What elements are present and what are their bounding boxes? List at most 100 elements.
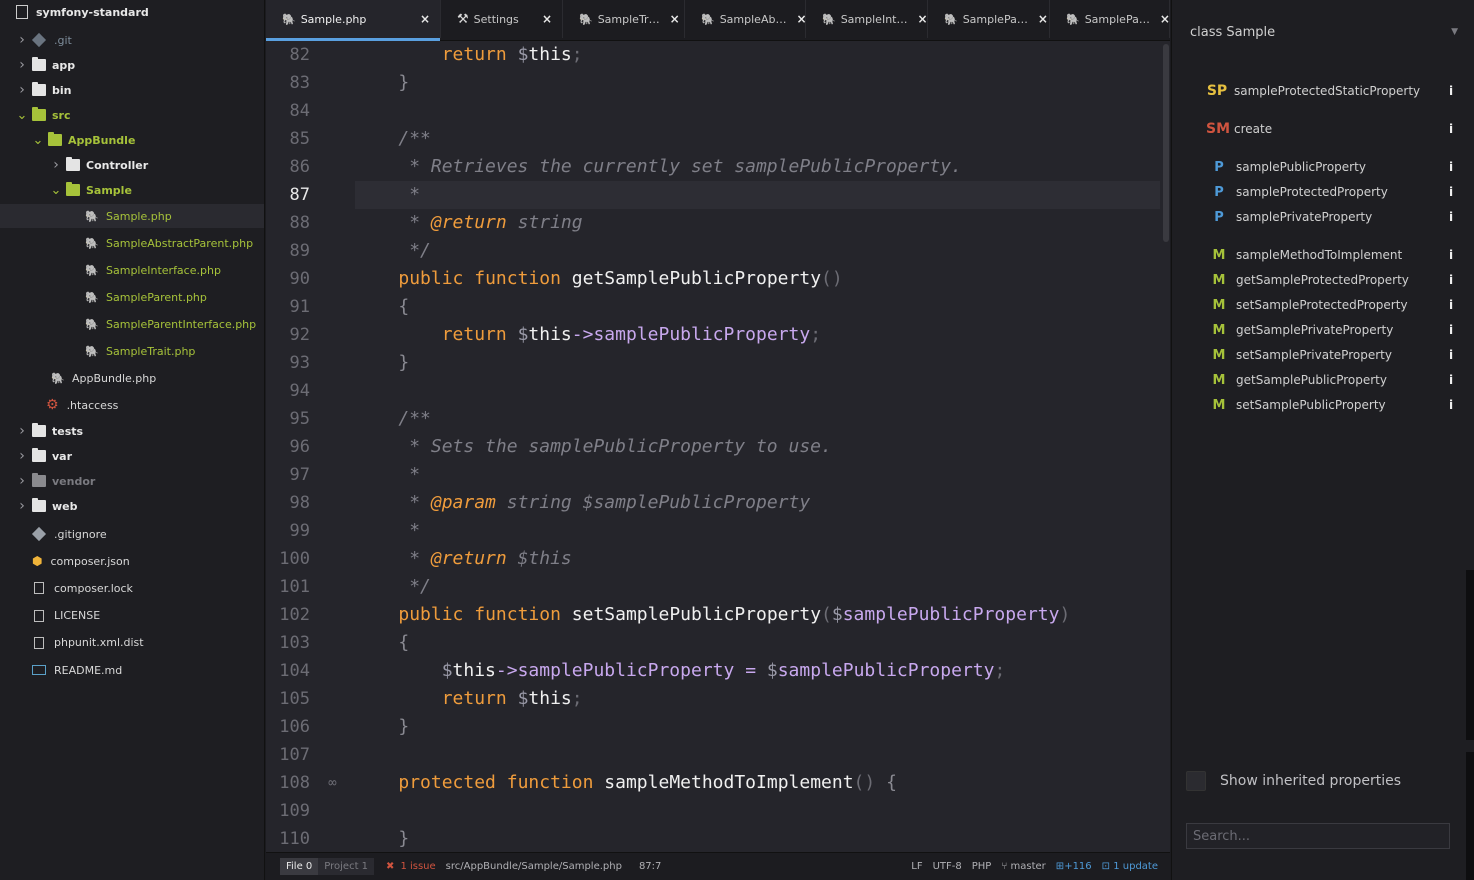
code-line[interactable]: 99 * [266,517,1160,545]
outline-member[interactable]: MsetSampleProtectedProperty i [1208,294,1456,316]
editor-tab[interactable]: ⚒ Settings × [441,0,563,38]
outline-member[interactable]: MsampleMethodToImplement i [1208,244,1456,266]
file-path[interactable]: src/AppBundle/Sample/Sample.php [446,861,622,872]
tree-item[interactable]: 🐘 SampleInterface.php [0,258,264,282]
outline-member[interactable]: PsampleProtectedProperty i [1208,181,1456,203]
info-icon[interactable]: i [1446,185,1456,199]
code-line[interactable]: 89 */ [266,237,1160,265]
info-icon[interactable]: i [1446,298,1456,312]
git-diff-stat[interactable]: ⊞+116 [1056,861,1092,872]
info-icon[interactable]: i [1446,373,1456,387]
code-line[interactable]: 101 */ [266,573,1160,601]
code-line[interactable]: 105 return $this; [266,685,1160,713]
outline-member[interactable]: MgetSampleProtectedProperty i [1208,269,1456,291]
editor-tab[interactable]: 🐘 SamplePa… × [1050,0,1170,38]
code-editor[interactable]: 82 return $this; 83 } 84 85 /** 86 * Retriev… [266,41,1170,852]
editor-tab[interactable]: 🐘 SampleTr… × [563,0,685,38]
project-root[interactable]: symfony-standard [0,0,264,24]
chevron-right-icon[interactable]: › [16,57,28,73]
tree-item[interactable]: › .git [0,28,264,52]
code-line[interactable]: 97 * [266,461,1160,489]
tree-item[interactable]: 🐘 Sample.php [0,204,264,228]
editor-tab[interactable]: 🐘 SamplePa… × [928,0,1050,38]
editor-tab[interactable]: 🐘 SampleAb… × [685,0,807,38]
outline-member[interactable]: SM create i [1206,118,1456,140]
tree-item[interactable]: composer.lock [0,576,264,600]
editor-scrollbar[interactable] [1163,44,1169,242]
project-issues-button[interactable]: Project 1 [318,858,375,875]
encoding[interactable]: UTF-8 [933,861,962,872]
tree-item[interactable]: › app [0,53,264,77]
close-icon[interactable]: × [670,12,680,26]
code-line[interactable]: 84 [266,97,1160,125]
chevron-right-icon[interactable]: › [16,448,28,464]
tree-item[interactable]: 🐘 SampleTrait.php [0,339,264,363]
info-icon[interactable]: i [1446,398,1456,412]
git-branch[interactable]: ⑂ master [1001,861,1045,872]
code-line[interactable]: 91 { [266,293,1160,321]
issue-count[interactable]: 1 issue [400,861,435,872]
info-icon[interactable]: i [1446,122,1456,136]
code-line[interactable]: 100 * @return $this [266,545,1160,573]
tree-item[interactable]: 🐘 SampleAbstractParent.php [0,231,264,255]
code-line[interactable]: 90 public function getSamplePublicProper… [266,265,1160,293]
close-icon[interactable]: × [917,12,927,26]
outline-member[interactable]: MgetSamplePrivateProperty i [1208,319,1456,341]
outline-member[interactable]: MgetSamplePublicProperty i [1208,369,1456,391]
chevron-down-icon[interactable]: ⌄ [50,183,62,198]
outline-search-input[interactable] [1186,823,1450,849]
code-line[interactable]: 88 * @return string [266,209,1160,237]
chevron-right-icon[interactable]: › [16,423,28,439]
close-icon[interactable]: × [1160,12,1170,26]
code-line[interactable]: 104 $this->samplePublicProperty = $sampl… [266,657,1160,685]
chevron-right-icon[interactable]: › [16,498,28,514]
code-line[interactable]: 103 { [266,629,1160,657]
info-icon[interactable]: i [1446,323,1456,337]
info-icon[interactable]: i [1446,348,1456,362]
tree-item[interactable]: › tests [0,419,264,443]
chevron-down-icon[interactable]: ⌄ [16,108,28,123]
chevron-right-icon[interactable]: › [16,82,28,98]
tree-item[interactable]: 🐘 SampleParent.php [0,285,264,309]
tree-item[interactable]: ⬢ composer.json [0,549,264,573]
code-line[interactable]: 93 } [266,349,1160,377]
cursor-position[interactable]: 87:7 [639,861,661,872]
show-inherited-toggle[interactable]: Show inherited properties [1186,769,1401,793]
chevron-right-icon[interactable]: › [50,157,62,173]
code-line[interactable]: 110 } [266,825,1160,852]
editor-tab[interactable]: 🐘 SampleInt… × [806,0,928,38]
class-selector[interactable]: class Sample ▼ [1190,20,1458,44]
info-icon[interactable]: i [1446,210,1456,224]
code-line[interactable]: 85 /** [266,125,1160,153]
code-line[interactable]: 82 return $this; [266,41,1160,69]
code-line[interactable]: 102 public function setSamplePublicPrope… [266,601,1160,629]
code-line[interactable]: 94 [266,377,1160,405]
code-line[interactable]: 86 * Retrieves the currently set sampleP… [266,153,1160,181]
tree-item[interactable]: .gitignore [0,522,264,546]
code-line[interactable]: 109 [266,797,1160,825]
info-icon[interactable]: i [1446,160,1456,174]
info-icon[interactable]: i [1446,248,1456,262]
close-icon[interactable]: × [420,12,430,26]
tree-item[interactable]: › Controller [0,153,264,177]
tree-item[interactable]: 🐘 SampleParentInterface.php [0,312,264,336]
code-line[interactable]: 92 return $this->samplePublicProperty; [266,321,1160,349]
tree-item[interactable]: README.md [0,658,264,682]
tree-item[interactable]: › var [0,444,264,468]
chevron-right-icon[interactable]: › [16,473,28,489]
editor-tab[interactable]: 🐘 Sample.php × [266,0,441,41]
inherited-checkbox[interactable] [1186,771,1206,791]
outline-member[interactable]: PsamplePrivateProperty i [1208,206,1456,228]
tree-item[interactable]: phpunit.xml.dist [0,631,264,655]
line-ending[interactable]: LF [911,861,922,872]
chevron-down-icon[interactable]: ⌄ [32,133,44,148]
outline-member[interactable]: PsamplePublicProperty i [1208,156,1456,178]
file-issues-button[interactable]: File 0 [280,858,319,875]
tree-item[interactable]: › web [0,494,264,518]
code-line[interactable]: 108 ∞ protected function sampleMethodToIm… [266,769,1160,797]
tree-item[interactable]: ⚙ .htaccess [0,393,264,417]
tree-item[interactable]: › vendor [0,469,264,493]
close-icon[interactable]: × [542,12,552,26]
grammar[interactable]: PHP [972,861,992,872]
code-line[interactable]: 107 [266,741,1160,769]
